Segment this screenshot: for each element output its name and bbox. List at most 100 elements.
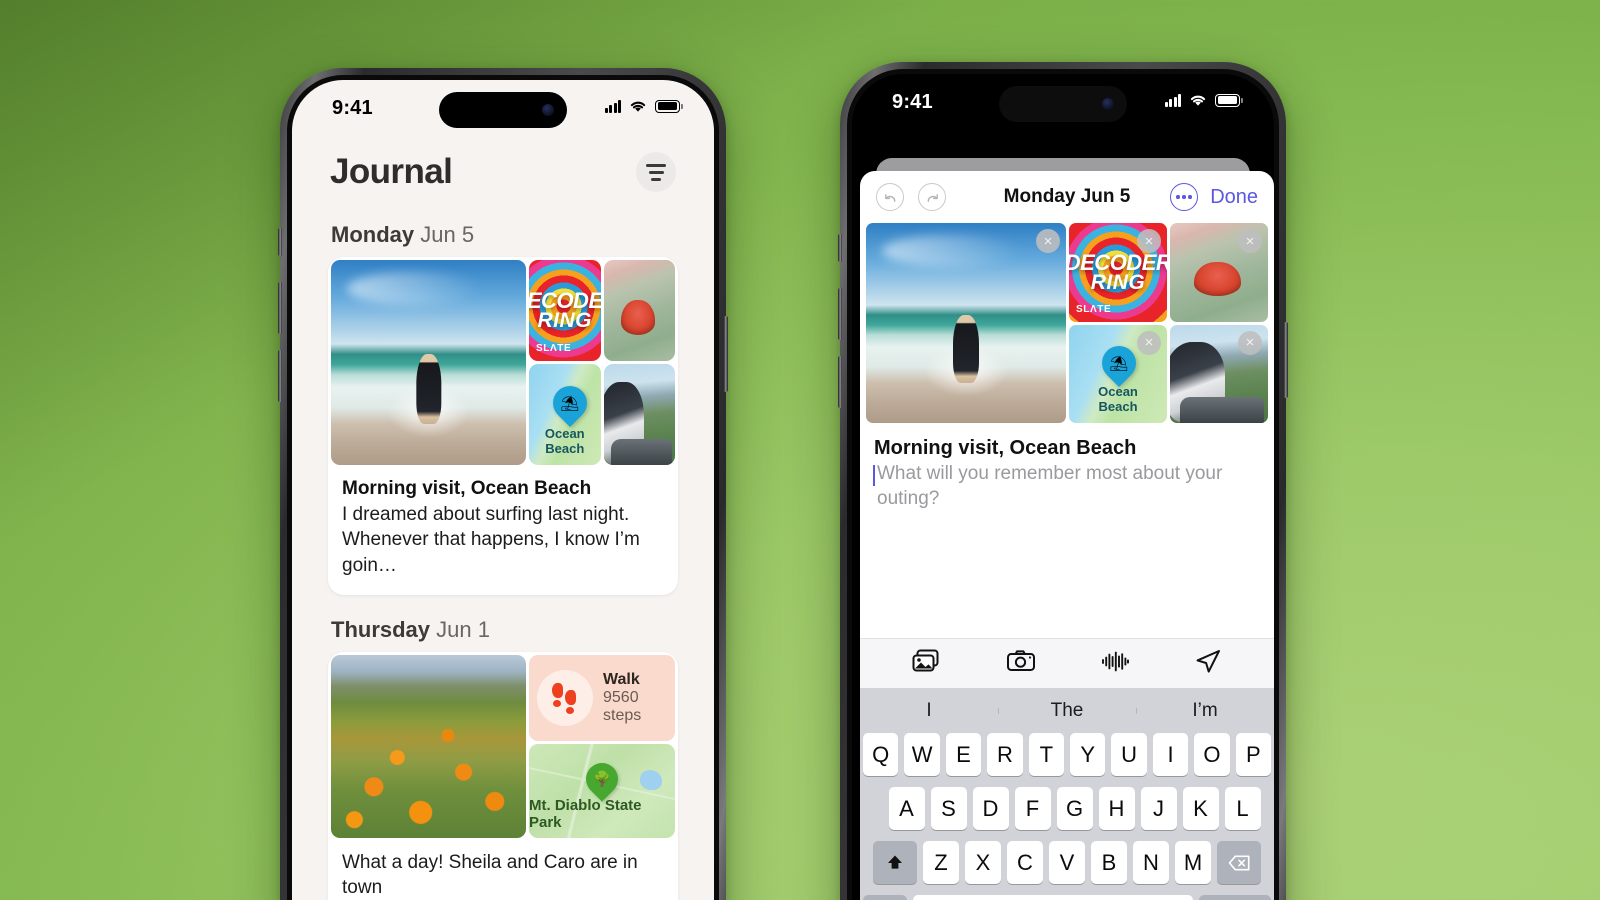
health-text: Walk 9560 steps	[603, 671, 675, 725]
key-s[interactable]: S	[930, 787, 967, 830]
more-options-icon[interactable]	[1170, 183, 1199, 211]
media-row-bottom: ⛱ Ocean Beach	[529, 364, 675, 465]
remove-photo-button[interactable]: ×	[1238, 229, 1262, 253]
backspace-icon[interactable]	[1217, 841, 1261, 884]
photo-library-icon[interactable]	[912, 649, 942, 679]
prediction-1[interactable]: The	[998, 700, 1136, 722]
silent-switch-right[interactable]	[838, 234, 842, 262]
key-b[interactable]: B	[1091, 841, 1127, 884]
audio-waveform-icon[interactable]	[1100, 649, 1130, 679]
shift-icon[interactable]	[873, 841, 917, 884]
location-label-line-1: Ocean	[544, 426, 585, 442]
undo-icon[interactable]	[876, 183, 904, 211]
dynamic-island	[439, 92, 567, 128]
key-u[interactable]: U	[1111, 733, 1147, 776]
remove-photo-button[interactable]: ×	[1137, 330, 1161, 355]
key-n[interactable]: N	[1133, 841, 1169, 884]
dog-in-car-photo[interactable]: ×	[1170, 324, 1268, 423]
volume-up-button-left[interactable]	[278, 282, 282, 334]
key-w[interactable]: W	[904, 733, 940, 776]
prediction-2[interactable]: I’m	[1136, 700, 1274, 722]
dynamic-island	[999, 86, 1127, 122]
status-bar-right: 9:41	[852, 74, 1274, 132]
key-h[interactable]: H	[1098, 787, 1135, 830]
keyboard-row-4: 123	[860, 895, 1274, 900]
park-map-card[interactable]: 🌳 Mt. Diablo State Park	[529, 744, 675, 838]
keyboard-row-3: Z X C V B N M	[860, 841, 1274, 884]
location-map-card[interactable]: × ⛱ Ocean Beach	[1069, 324, 1167, 423]
key-f[interactable]: F	[1014, 787, 1051, 830]
location-arrow-icon[interactable]	[1194, 648, 1222, 679]
power-button-right[interactable]	[1284, 322, 1288, 398]
key-l[interactable]: L	[1224, 787, 1261, 830]
battery-icon	[1215, 93, 1243, 107]
remove-photo-button[interactable]: ×	[1137, 229, 1161, 253]
phone-right: 9:41 Monday Jun 5 Done × × DECODER RING …	[838, 62, 1288, 900]
location-map-card[interactable]: ⛱ Ocean Beach	[529, 364, 601, 465]
dog-in-car-photo[interactable]	[603, 364, 675, 465]
journal-feed[interactable]: Monday Jun 5 DECODER RING SLΛTE	[292, 208, 714, 900]
podcast-title-line-1: DECODER	[1069, 249, 1167, 275]
key-m[interactable]: M	[1175, 841, 1211, 884]
health-walk-card[interactable]: Walk 9560 steps	[529, 654, 675, 742]
phone-left: 9:41 Journal Monday Jun 5 ECOD RING SLΛT…	[278, 68, 728, 900]
seashell-photo[interactable]	[603, 260, 675, 361]
volume-down-button-right[interactable]	[838, 356, 842, 408]
media-column: Walk 9560 steps 🌳 Mt. Diablo State Park	[529, 654, 675, 838]
entry-body-line-1: I dreamed about surfing last night.	[342, 503, 630, 525]
remove-photo-button[interactable]: ×	[1238, 330, 1262, 355]
key-v[interactable]: V	[1049, 841, 1085, 884]
key-g[interactable]: G	[1056, 787, 1093, 830]
surfer-beach-photo[interactable]: ×	[866, 223, 1066, 423]
filter-icon[interactable]	[636, 152, 676, 192]
entry-date-header: Monday Jun 5	[331, 222, 678, 248]
health-title: Walk	[603, 670, 640, 688]
podcast-artwork[interactable]: DECODER RING SLΛTE	[529, 260, 601, 361]
entry-date: Jun 5	[420, 222, 475, 247]
key-r[interactable]: R	[987, 733, 1023, 776]
remove-photo-button[interactable]: ×	[1036, 229, 1060, 253]
location-label-line-2: Beach	[545, 440, 585, 456]
editor-text-area[interactable]: Morning visit, Ocean Beach What will you…	[860, 423, 1274, 511]
key-y[interactable]: Y	[1070, 733, 1106, 776]
entry-media-grid: DECODER RING SLΛTE ⛱ Ocean	[328, 257, 678, 465]
numbers-key[interactable]: 123	[863, 895, 907, 900]
key-k[interactable]: K	[1182, 787, 1219, 830]
key-d[interactable]: D	[972, 787, 1009, 830]
podcast-artwork[interactable]: × DECODER RING SLΛTE	[1069, 223, 1167, 322]
entry-title-field[interactable]: Morning visit, Ocean Beach	[874, 437, 1260, 460]
entry-body-placeholder[interactable]: What will you remember most about your o…	[873, 462, 1260, 511]
key-x[interactable]: X	[965, 841, 1001, 884]
entry-media-grid: Walk 9560 steps 🌳 Mt. Diablo State Park	[328, 652, 678, 838]
key-i[interactable]: I	[1152, 733, 1189, 776]
media-row-bottom: × ⛱ Ocean Beach ×	[1069, 324, 1268, 423]
key-p[interactable]: P	[1235, 733, 1272, 776]
volume-up-button-right[interactable]	[838, 288, 842, 340]
volume-down-button-left[interactable]	[278, 350, 282, 402]
power-button-left[interactable]	[724, 316, 728, 392]
seashell-photo[interactable]: ×	[1170, 223, 1268, 322]
camera-icon[interactable]	[1006, 649, 1036, 679]
silent-switch-left[interactable]	[278, 228, 282, 256]
key-q[interactable]: Q	[862, 733, 899, 776]
key-t[interactable]: T	[1028, 733, 1064, 776]
key-e[interactable]: E	[945, 733, 982, 776]
screen-left: 9:41 Journal Monday Jun 5 ECOD RING SLΛT…	[292, 80, 714, 900]
key-j[interactable]: J	[1140, 787, 1177, 830]
battery-icon	[655, 99, 683, 113]
park-label: Mt. Diablo State Park	[529, 796, 642, 831]
prediction-0[interactable]: I	[860, 700, 998, 722]
journal-entry-card[interactable]: Walk 9560 steps 🌳 Mt. Diablo State Park	[328, 651, 678, 900]
surfer-beach-photo[interactable]	[331, 260, 526, 465]
space-key[interactable]	[913, 895, 1193, 900]
done-button[interactable]: Done	[1210, 186, 1258, 209]
journal-entry-card[interactable]: DECODER RING SLΛTE ⛱ Ocean	[328, 257, 678, 595]
entry-editor-sheet: Monday Jun 5 Done × × DECODER RING SLΛTE…	[860, 171, 1274, 900]
poppy-field-photo[interactable]	[331, 654, 526, 838]
key-c[interactable]: C	[1007, 841, 1043, 884]
return-key[interactable]	[1199, 895, 1271, 900]
redo-icon[interactable]	[918, 183, 946, 211]
key-a[interactable]: A	[888, 787, 925, 830]
key-o[interactable]: O	[1194, 733, 1230, 776]
key-z[interactable]: Z	[923, 841, 959, 884]
